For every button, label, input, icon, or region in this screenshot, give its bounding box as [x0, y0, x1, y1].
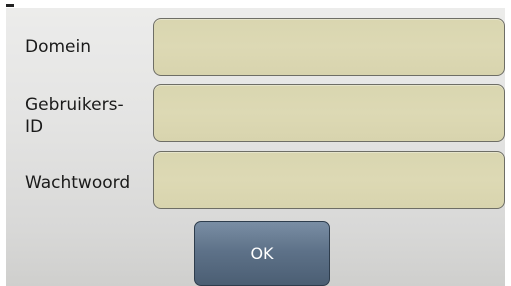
domain-label: Domein	[25, 37, 92, 57]
domain-field[interactable]	[153, 18, 505, 76]
user-id-field[interactable]	[153, 84, 505, 142]
user-id-label: Gebruikers- ID	[25, 94, 124, 138]
corner-mark	[6, 4, 14, 7]
user-id-label-line1: Gebruikers-	[25, 95, 124, 115]
ok-button-label: OK	[250, 244, 274, 263]
login-panel: Domein Gebruikers- ID Wachtwoord OK	[6, 8, 505, 286]
password-field[interactable]	[153, 151, 505, 209]
user-id-label-line2: ID	[25, 117, 44, 137]
password-label: Wachtwoord	[25, 173, 131, 193]
ok-button[interactable]: OK	[194, 221, 330, 286]
